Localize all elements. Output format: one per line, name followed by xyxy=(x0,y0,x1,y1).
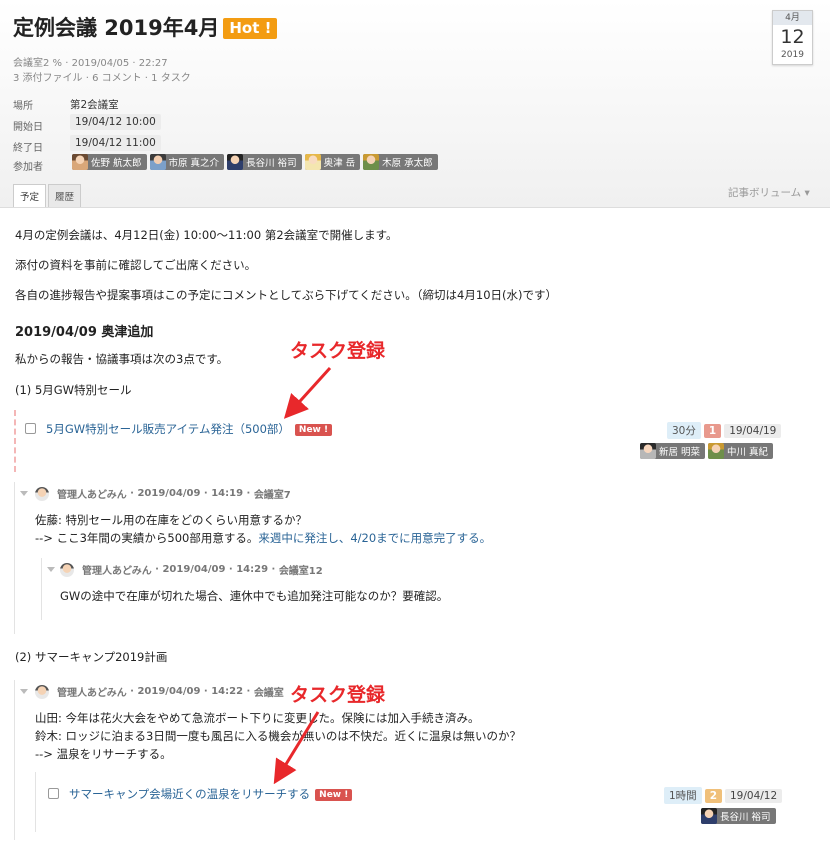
participant-list: 佐野 航太郎 市原 真之介 長谷川 裕司 奥津 岳 木原 承太郎 xyxy=(72,154,438,170)
avatar xyxy=(72,154,88,170)
task-due-date: 19/04/19 xyxy=(724,423,782,438)
comment-author[interactable]: 管理人あどみん xyxy=(57,486,127,501)
comment-header: 管理人あどみん · 2019/04/09 · 14:29 · 会議室12 xyxy=(60,562,323,577)
new-badge: New ! xyxy=(294,424,333,436)
agenda-item-1: (1) 5月GW特別セール xyxy=(15,383,132,397)
event-meta-line1: 会議室2 % · 2019/04/05 · 22:27 xyxy=(13,58,168,69)
assignee-chip[interactable]: 新居 明菜 xyxy=(640,443,706,459)
reply-thread: 管理人あどみん · 2019/04/09 · 14:29 · 会議室12 GWの… xyxy=(41,558,811,620)
participant-chip[interactable]: 奥津 岳 xyxy=(304,154,361,170)
event-title-text: 定例会議 2019年4月 xyxy=(13,16,220,40)
hot-badge: Hot ! xyxy=(223,18,278,39)
avatar xyxy=(304,154,321,170)
comment-header: 管理人あどみん · 2019/04/09 · 14:22 · 会議室 xyxy=(35,684,284,699)
avatar xyxy=(363,154,380,170)
comment-date: 2019/04/09 xyxy=(137,686,201,697)
annotation-label: タスク登録 xyxy=(290,340,386,362)
tab-bar: 予定 履歴 xyxy=(13,184,83,208)
avatar xyxy=(227,154,244,170)
comment-author[interactable]: 管理人あどみん xyxy=(82,562,152,577)
body-paragraph: 各自の進捗報告や提案事項はこの予定にコメントとしてぶら下げてください。（締切は4… xyxy=(15,288,557,302)
tab-history[interactable]: 履歴 xyxy=(48,184,82,207)
comment-room: 会議室 xyxy=(253,688,284,699)
comment-time: 14:19 xyxy=(211,488,244,499)
comment-thread: 管理人あどみん · 2019/04/09 · 14:19 · 会議室7 佐藤: … xyxy=(14,482,814,634)
event-header: 定例会議 2019年4月 Hot ! 会議室2 % · 2019/04/05 · … xyxy=(0,0,830,208)
task-checkbox[interactable] xyxy=(25,423,36,434)
task-estimate: 30分 xyxy=(667,422,701,439)
end-date: 19/04/12 11:00 xyxy=(70,135,161,151)
start-date: 19/04/12 10:00 xyxy=(70,114,161,130)
avatar xyxy=(708,443,725,459)
header-divider xyxy=(0,207,830,208)
calendar-year: 2019 xyxy=(781,50,804,60)
new-badge: New ! xyxy=(315,789,353,801)
body-paragraph: 添付の資料を事前に確認してご出席ください。 xyxy=(15,258,257,272)
comment-body: 山田: 今年は花火大会をやめて急流ボート下りに変更した。保険には加入手続き済み。… xyxy=(35,711,521,761)
task-count: 2 xyxy=(704,788,722,803)
comment-date: 2019/04/09 xyxy=(137,488,201,499)
participants-label: 参加者 xyxy=(13,162,43,173)
comment-room: 会議室7 xyxy=(253,490,291,501)
task-due-date: 19/04/12 xyxy=(725,788,783,803)
end-label: 終了日 xyxy=(13,143,43,154)
task-estimate: 1時間 xyxy=(664,787,702,804)
task-count: 1 xyxy=(703,423,722,438)
avatar xyxy=(640,443,656,459)
event-meta-line2: 3 添付ファイル · 6 コメント · 1 タスク xyxy=(13,73,191,84)
agenda-item-2: (2) サマーキャンプ2019計画 xyxy=(15,650,168,664)
comment-time: 14:22 xyxy=(211,686,244,697)
comment-time: 14:29 xyxy=(236,564,269,575)
avatar xyxy=(60,562,74,577)
collapse-caret-icon[interactable] xyxy=(20,689,28,694)
task-block: サマーキャンプ会場近くの温泉をリサーチする New ! 1時間 2 19/04/1… xyxy=(35,772,783,832)
avatar xyxy=(149,154,166,170)
participant-chip[interactable]: 長谷川 裕司 xyxy=(227,154,302,170)
body-paragraph: 4月の定例会議は、4月12日(金) 10:00〜11:00 第2会議室で開催しま… xyxy=(15,228,398,242)
task-meta: 30分 1 19/04/19 xyxy=(667,422,782,439)
avatar xyxy=(35,684,49,699)
assignee-chip[interactable]: 中川 真紀 xyxy=(708,443,774,459)
comment-body: GWの途中で在庫が切れた場合、連休中でも追加発注可能なのか？要確認。 xyxy=(60,589,449,603)
avatar xyxy=(35,486,49,501)
calendar-date-widget: 4月 12 2019 xyxy=(772,10,813,65)
body-paragraph: 私からの報告・協議事項は次の3点です。 xyxy=(15,352,229,366)
start-label: 開始日 xyxy=(13,122,43,133)
comment-body: 佐藤: 特別セール用の在庫をどのくらい用意するか？ --> ここ3年間の実績から… xyxy=(35,513,492,545)
task-block: 5月GW特別セール販売アイテム発注（500部） New ! 30分 1 19/04… xyxy=(14,410,794,472)
annotation-arrow xyxy=(283,366,332,419)
annotation-label: タスク登録 xyxy=(290,684,386,706)
task-meta: 1時間 2 19/04/12 xyxy=(664,787,783,804)
task-checkbox[interactable] xyxy=(48,788,59,799)
assignee-chip[interactable]: 長谷川 裕司 xyxy=(701,808,776,824)
collapse-caret-icon[interactable] xyxy=(20,491,28,496)
calendar-day: 12 xyxy=(780,26,805,48)
participant-chip[interactable]: 木原 承太郎 xyxy=(363,154,438,170)
comment-header: 管理人あどみん · 2019/04/09 · 14:19 · 会議室7 xyxy=(35,486,291,501)
comment-date: 2019/04/09 xyxy=(162,564,226,575)
avatar xyxy=(701,808,717,824)
place-label: 場所 xyxy=(13,101,33,112)
tab-schedule[interactable]: 予定 xyxy=(13,184,47,208)
place-value: 第2会議室 xyxy=(70,99,119,111)
comment-link[interactable]: 来週中に発注し、4/20までに用意完了する。 xyxy=(258,531,491,545)
event-title: 定例会議 2019年4月 Hot ! xyxy=(13,12,278,42)
article-volume-dropdown[interactable]: 記事ボリューム ▾ xyxy=(728,185,810,200)
calendar-month: 4月 xyxy=(773,11,812,25)
task-title[interactable]: 5月GW特別セール販売アイテム発注（500部） New ! xyxy=(46,421,333,437)
task-title[interactable]: サマーキャンプ会場近くの温泉をリサーチする New ! xyxy=(69,786,353,802)
section-heading: 2019/04/09 奥津追加 xyxy=(15,325,154,340)
task-assignees: 新居 明菜 中川 真紀 xyxy=(640,443,774,459)
participant-chip[interactable]: 佐野 航太郎 xyxy=(72,154,147,170)
comment-room: 会議室12 xyxy=(278,566,323,577)
task-assignees: 長谷川 裕司 xyxy=(701,808,776,824)
participant-chip[interactable]: 市原 真之介 xyxy=(149,154,225,170)
comment-thread: 管理人あどみん · 2019/04/09 · 14:22 · 会議室 山田: 今… xyxy=(14,680,814,840)
collapse-caret-icon[interactable] xyxy=(47,567,55,572)
comment-author[interactable]: 管理人あどみん xyxy=(57,684,127,699)
